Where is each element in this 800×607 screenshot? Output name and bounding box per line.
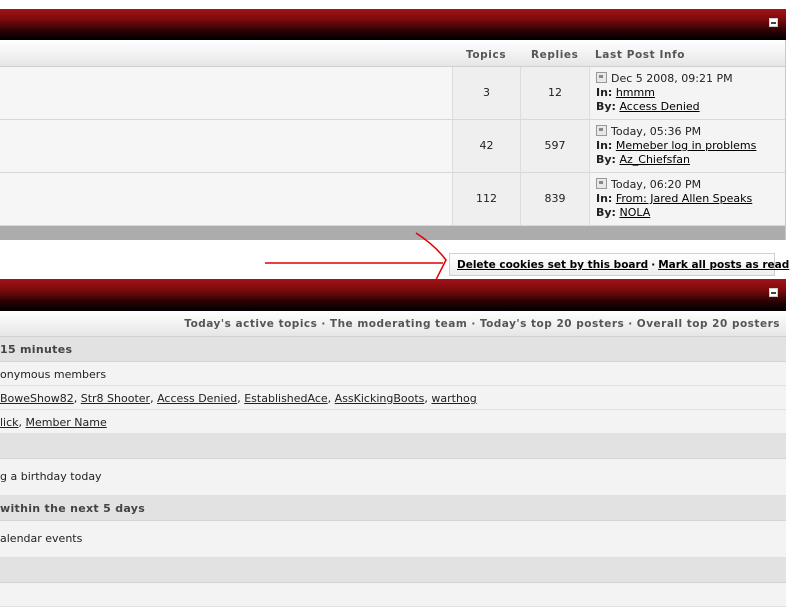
upcoming-events-title: within the next 5 days [0, 502, 146, 515]
last-post-cell: Dec 5 2008, 09:21 PM In: hmmm By: Access… [589, 67, 785, 119]
delete-cookies-link[interactable]: Delete cookies set by this board [457, 259, 648, 271]
forum-table-header: Topics Replies Last Post Info [0, 40, 785, 67]
by-label: By: [596, 153, 616, 166]
birthdays-row: g a birthday today [0, 459, 786, 496]
last-post-cell: Today, 05:36 PM In: Memeber log in probl… [589, 120, 785, 172]
link-separator: · [628, 318, 633, 330]
author-link[interactable]: Access Denied [619, 100, 699, 113]
active-topics-link[interactable]: Today's active topics [184, 318, 317, 330]
topic-link[interactable]: Memeber log in problems [616, 139, 757, 152]
by-label: By: [596, 206, 616, 219]
stats-links-bar: Today's active topics · The moderating tea… [0, 311, 786, 337]
board-actions-box: Delete cookies set by this board · Mark al… [449, 253, 789, 276]
link-separator: · [321, 318, 326, 330]
in-label: In: [596, 139, 613, 152]
top-posters-overall-link[interactable]: Overall top 20 posters [637, 318, 780, 330]
topics-count: 42 [479, 139, 494, 152]
last-post-icon[interactable] [596, 178, 607, 189]
board-stats: Today's active topics · The moderating tea… [0, 311, 786, 607]
table-row: 3 12 Dec 5 2008, 09:21 PM In: hmmm By: A… [0, 67, 785, 120]
category-header-bar [0, 9, 786, 40]
calendar-events-row: alendar events [0, 521, 786, 558]
last-post-cell: Today, 06:20 PM In: From: Jared Allen Sp… [589, 173, 785, 225]
replies-count: 597 [544, 139, 566, 152]
last-post-date: Today, 06:20 PM [611, 178, 702, 191]
member-link[interactable]: warthog [431, 392, 476, 405]
member-link[interactable]: lick [0, 416, 19, 429]
calendar-events-text: alendar events [0, 532, 83, 545]
collapse-icon[interactable] [769, 18, 778, 27]
topic-link[interactable]: From: Jared Allen Speaks [616, 192, 752, 205]
recent-members-row: lick, Member Name [0, 410, 786, 434]
author-link[interactable]: Az_Chiefsfan [619, 153, 689, 166]
table-row: 42 597 Today, 05:36 PM In: Memeber log i… [0, 120, 785, 173]
last-post-date: Dec 5 2008, 09:21 PM [611, 72, 733, 85]
member-link[interactable]: Member Name [26, 416, 107, 429]
member-link[interactable]: Str8 Shooter [81, 392, 150, 405]
in-label: In: [596, 86, 613, 99]
forum-info-cell [0, 67, 452, 119]
member-link[interactable]: Access Denied [157, 392, 237, 405]
replies-cell: 839 [520, 173, 589, 225]
board-statistics-row [0, 583, 786, 607]
active-members-row: BoweShow82, Str8 Shooter, Access Denied,… [0, 386, 786, 410]
topics-cell: 112 [452, 173, 520, 225]
last-post-icon[interactable] [596, 72, 607, 83]
member-separator: , [424, 392, 428, 405]
anonymous-members-row: onymous members [0, 362, 786, 386]
moderating-team-link[interactable]: The moderating team [330, 318, 467, 330]
member-link[interactable]: EstablishedAce [244, 392, 327, 405]
last-post-date: Today, 05:36 PM [611, 125, 702, 138]
birthdays-header [0, 434, 786, 459]
mark-all-read-link[interactable]: Mark all posts as read [658, 259, 789, 271]
header-last-post: Last Post Info [595, 49, 686, 61]
forum-info-cell [0, 120, 452, 172]
actions-separator: · [651, 259, 656, 271]
member-link[interactable]: AssKickingBoots [335, 392, 425, 405]
topics-cell: 42 [452, 120, 520, 172]
by-label: By: [596, 100, 616, 113]
active-users-title: 15 minutes [0, 343, 73, 356]
replies-count: 12 [548, 86, 562, 99]
topics-cell: 3 [452, 67, 520, 119]
in-label: In: [596, 192, 613, 205]
collapse-icon[interactable] [769, 288, 778, 297]
table-row: 112 839 Today, 06:20 PM In: From: Jared … [0, 173, 785, 226]
forum-info-cell [0, 173, 452, 225]
upcoming-events-header: within the next 5 days [0, 496, 786, 521]
member-separator: , [237, 392, 241, 405]
link-separator: · [471, 318, 476, 330]
member-separator: , [327, 392, 332, 405]
topics-count: 3 [483, 86, 490, 99]
anonymous-members-text: onymous members [0, 368, 107, 381]
member-separator: , [150, 392, 154, 405]
board-statistics-header [0, 558, 786, 583]
member-separator: , [73, 392, 78, 405]
topic-link[interactable]: hmmm [616, 86, 655, 99]
topics-count: 112 [476, 192, 497, 205]
member-separator: , [18, 416, 23, 429]
replies-count: 839 [544, 192, 566, 205]
replies-cell: 12 [520, 67, 589, 119]
author-link[interactable]: NOLA [619, 206, 650, 219]
member-link[interactable]: BoweShow82 [0, 392, 74, 405]
active-users-header: 15 minutes [0, 337, 786, 362]
last-post-icon[interactable] [596, 125, 607, 136]
header-replies[interactable]: Replies [531, 49, 579, 61]
top-posters-today-link[interactable]: Today's top 20 posters [480, 318, 624, 330]
header-topics[interactable]: Topics [466, 49, 506, 61]
replies-cell: 597 [520, 120, 589, 172]
forum-table-footer [0, 226, 785, 240]
stats-header-bar [0, 279, 786, 311]
forum-table: Topics Replies Last Post Info 3 12 Dec 5… [0, 40, 786, 240]
birthdays-text: g a birthday today [0, 470, 102, 483]
